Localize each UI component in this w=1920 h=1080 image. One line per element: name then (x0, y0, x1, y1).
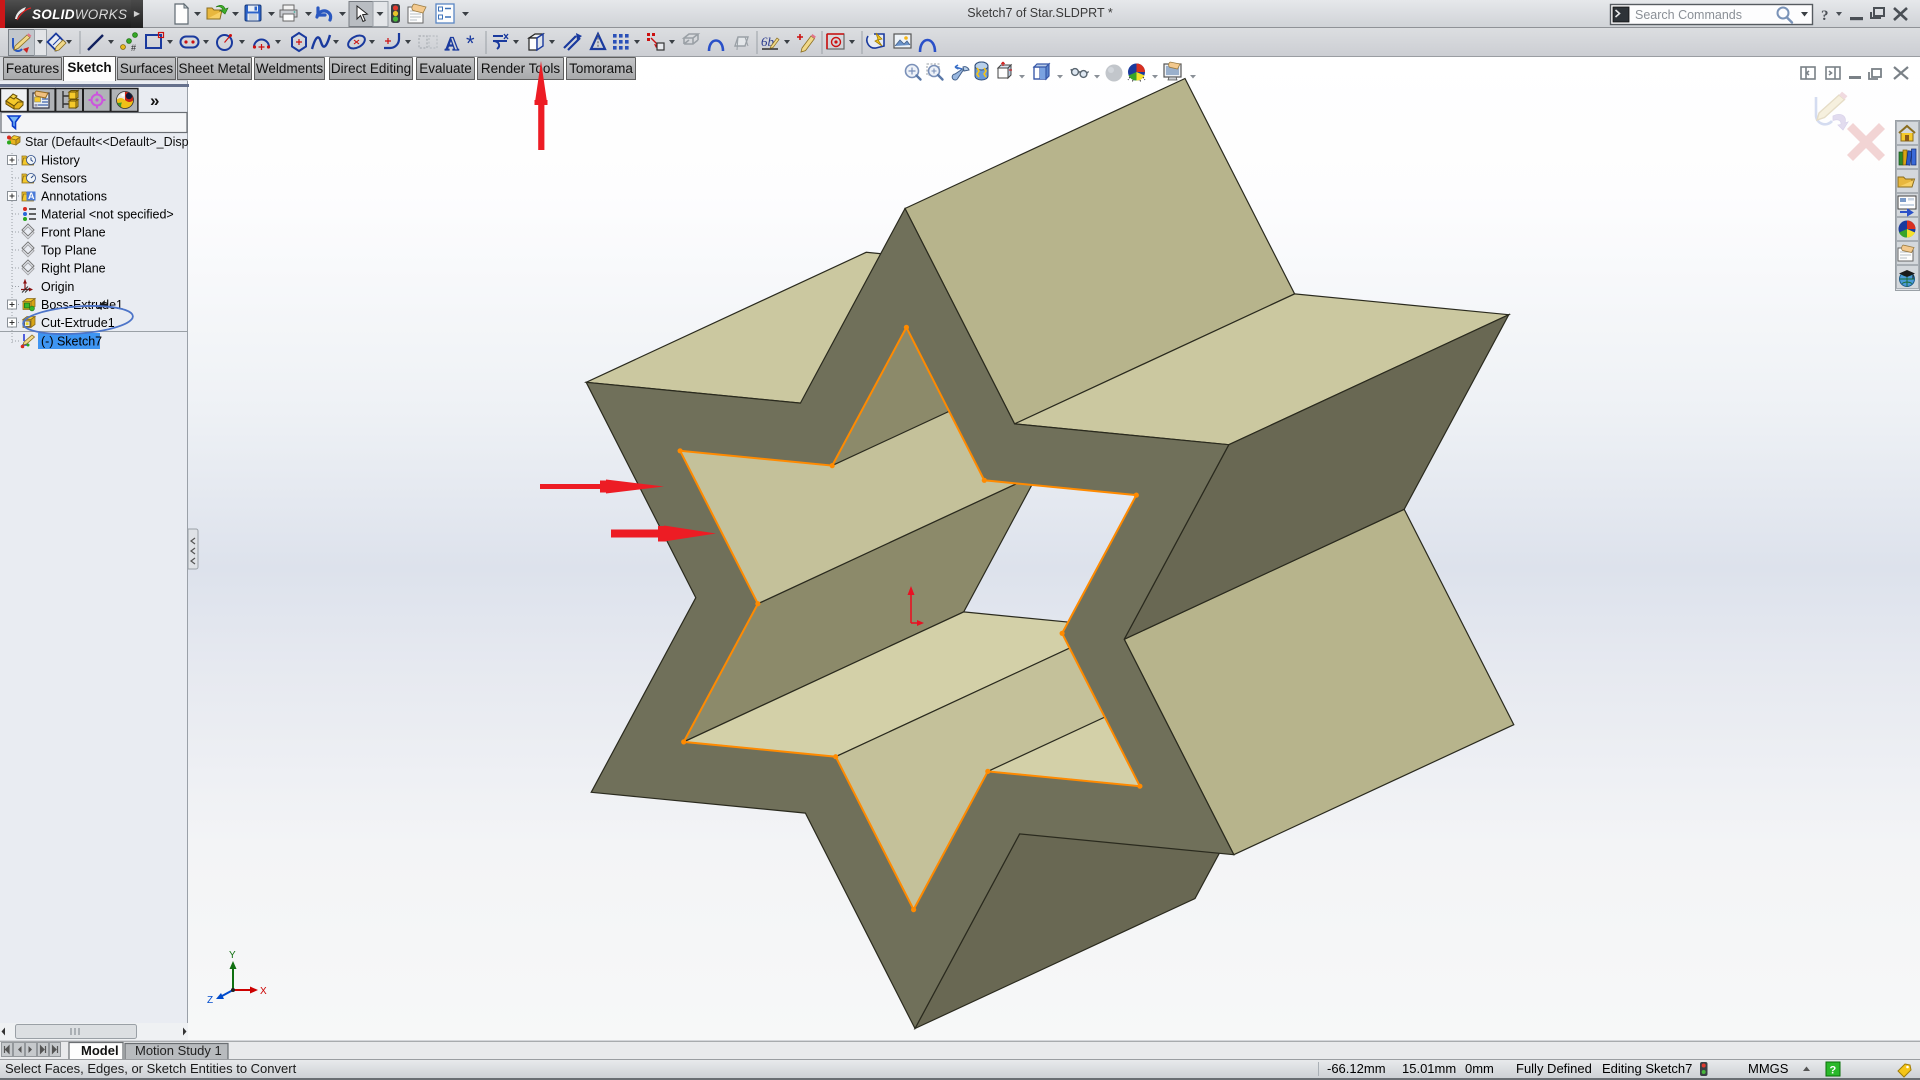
svg-text:SOLIDWORKS: SOLIDWORKS (32, 7, 127, 22)
svg-text:#: # (131, 43, 136, 53)
svg-text:Annotations: Annotations (41, 190, 107, 204)
svg-text:*: * (466, 31, 475, 56)
svg-text:Front Plane: Front Plane (41, 226, 106, 240)
svg-text:(-) Sketch7: (-) Sketch7 (41, 335, 102, 349)
svg-text:Material <not specified>: Material <not specified> (41, 208, 174, 222)
svg-text:Model: Model (81, 1043, 119, 1058)
svg-text:»: » (150, 91, 159, 110)
svg-text:Right Plane: Right Plane (41, 262, 106, 276)
svg-text:Sensors: Sensors (41, 172, 87, 186)
svg-text:A: A (445, 34, 459, 55)
svg-text:?: ? (1830, 1065, 1837, 1077)
svg-text:History: History (41, 154, 81, 168)
svg-text:Cut-Extrude1: Cut-Extrude1 (41, 316, 115, 330)
svg-text:Search Commands: Search Commands (1635, 8, 1742, 22)
svg-text:X: X (260, 986, 267, 997)
svg-text:?: ? (1821, 8, 1829, 24)
svg-text:Top Plane: Top Plane (41, 244, 97, 258)
svg-text:A: A (28, 191, 35, 201)
svg-text:Y: Y (229, 950, 236, 961)
svg-text:Origin: Origin (41, 280, 74, 294)
svg-text:Star (Default<<Default>_Displ: Star (Default<<Default>_Displa (25, 135, 189, 149)
svg-text:Motion Study 1: Motion Study 1 (135, 1043, 222, 1058)
svg-text:Z: Z (207, 995, 213, 1006)
